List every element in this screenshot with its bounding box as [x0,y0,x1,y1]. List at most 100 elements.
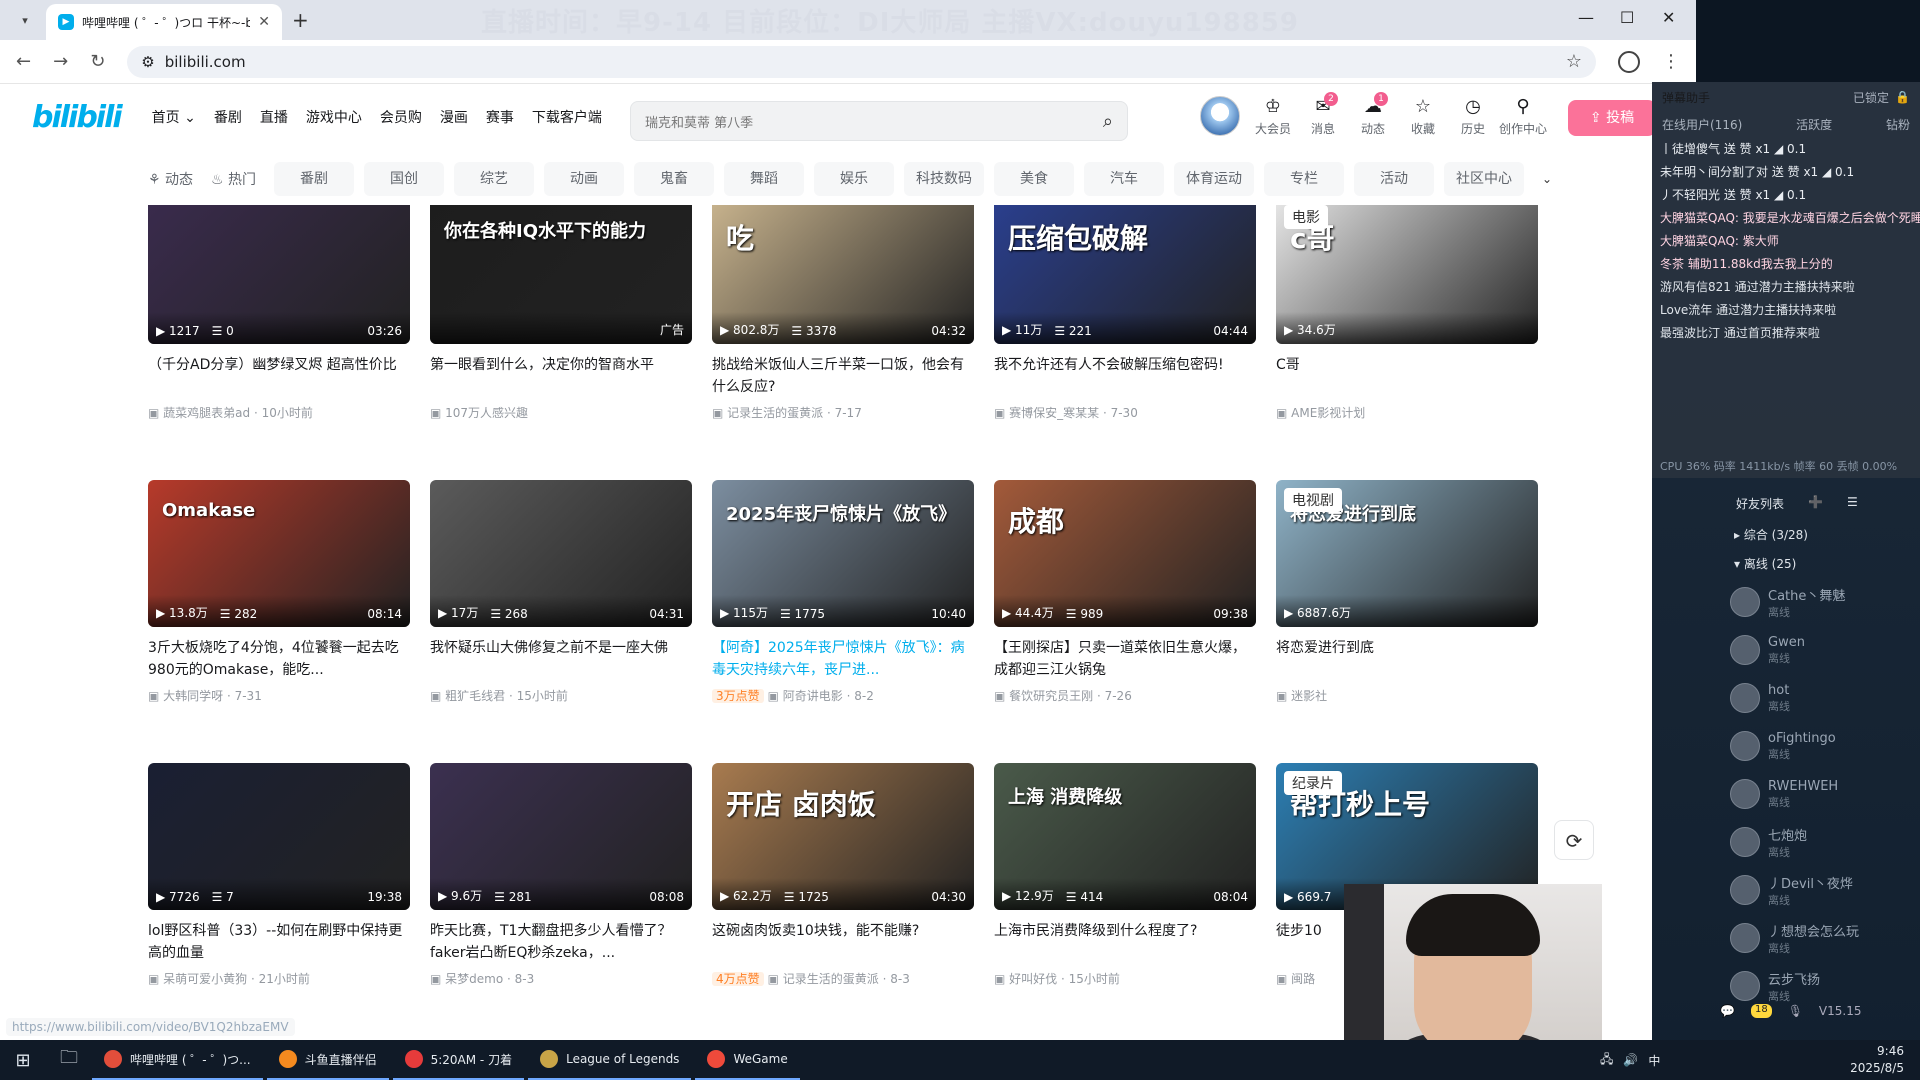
mic-icon[interactable]: 🎙 [1788,1004,1803,1018]
video-title[interactable]: 3斤大板烧吃了4分饱，4位饕餮一起去吃980元的Omakase，能吃... [148,637,410,681]
minimize-icon[interactable]: — [1578,8,1594,27]
search-icon[interactable]: ⌕ [1103,111,1113,132]
video-thumbnail[interactable]: ▶ 7726 ☰ 7 19:38 [148,763,410,910]
video-meta[interactable]: ▣ AME影视计划 [1276,404,1538,421]
video-meta[interactable]: ▣ 大韩同学呀 · 7-31 [148,687,410,704]
nav-item-4[interactable]: 会员购 [371,107,431,127]
user-icon-3[interactable]: ☆ 收藏 [1398,96,1448,137]
video-card[interactable]: 你在各种IQ水平下的能力 广告 第一眼看到什么，决定你的智商水平 ▣ 107万人感兴趣 [430,205,692,421]
channel-2[interactable]: 综艺 [454,162,535,196]
friend-item[interactable]: RWEHWEH 离线 [1728,770,1920,818]
video-meta[interactable]: ▣ 呆萌可爱小黄狗 · 21小时前 [148,970,410,987]
volume-icon[interactable]: 🔊 [1623,1053,1638,1067]
nav-item-6[interactable]: 赛事 [477,107,523,127]
video-thumbnail[interactable]: ▶ 1217 ☰ 0 03:26 [148,205,410,344]
user-icon-1[interactable]: ✉ 消息 2 [1298,92,1348,137]
user-icon-0[interactable]: ♔ 大会员 [1248,96,1298,137]
danmaku-tab-2[interactable]: 钻粉 [1886,116,1910,133]
channel-13[interactable]: 社区中心 [1444,162,1525,196]
video-card[interactable]: 上海 消费降级 ▶ 12.9万 ☰ 414 08:04 上海市民消费降级到什么程度了? ▣… [994,763,1256,987]
kebab-menu-icon[interactable]: ⋮ [1662,51,1680,72]
channel-3[interactable]: 动画 [544,162,625,196]
nav-item-2[interactable]: 直播 [251,107,297,127]
friend-item[interactable]: 丿想想会怎么玩 离线 [1728,914,1920,962]
channel-4[interactable]: 鬼畜 [634,162,715,196]
nav-item-0[interactable]: 首页 ⌄ [143,107,205,127]
lock-status[interactable]: 已锁定 [1853,89,1889,106]
video-meta[interactable]: 4万点赞 ▣ 记录生活的蛋黄派 · 8-3 [712,970,974,987]
channel-5[interactable]: 舞蹈 [724,162,805,196]
bilibili-logo[interactable]: bilibili [32,100,123,135]
reload-icon[interactable]: ↻ [90,51,105,72]
video-card[interactable]: 压缩包破解 ▶ 11万 ☰ 221 04:44 我不允许还有人不会破解压缩包密码! ▣ 赛… [994,205,1256,421]
add-friend-icon[interactable]: ➕ [1808,495,1823,512]
forward-arrow-icon[interactable]: → [53,51,68,72]
video-title[interactable]: 昨天比赛，T1大翻盘把多少人看懵了？faker岩凸断EQ秒杀zeka，... [430,920,692,964]
video-thumbnail[interactable]: c哥 电影 ▶ 34.6万 [1276,205,1538,344]
lock-icon[interactable]: 🔒 [1895,90,1910,104]
taskbar-item-3[interactable]: League of Legends [528,1040,692,1080]
taskbar-item-4[interactable]: WeGame [695,1040,800,1080]
friend-item[interactable]: 丿Devil丶夜烨 离线 [1728,866,1920,914]
video-card[interactable]: c哥 电影 ▶ 34.6万 C哥 ▣ AME影视计划 [1276,205,1538,421]
url-input[interactable]: ⚙ bilibili.com ☆ [127,45,1596,78]
video-title[interactable]: 挑战给米饭仙人三斤半菜一口饭，他会有什么反应? [712,354,974,398]
video-meta[interactable]: ▣ 蔬菜鸡腿表弟ad · 10小时前 [148,404,410,421]
video-meta[interactable]: ▣ 好叫好伐 · 15小时前 [994,970,1256,987]
friend-group-1[interactable]: ▾ 离线 (25) [1728,549,1920,578]
tab-close-icon[interactable]: ✕ [258,14,270,30]
video-thumbnail[interactable]: ▶ 17万 ☰ 268 04:31 [430,480,692,627]
video-meta[interactable]: ▣ 呆梦demo · 8-3 [430,970,692,987]
video-card[interactable]: 将恋爱进行到底 电视剧 ▶ 6887.6万 将恋爱进行到底 ▣ 迷影社 [1276,480,1538,704]
nav-item-5[interactable]: 漫画 [431,107,477,127]
friend-item[interactable]: Cathe丶舞魅 离线 [1728,578,1920,626]
channel-8[interactable]: 美食 [994,162,1075,196]
video-thumbnail[interactable]: ▶ 9.6万 ☰ 281 08:08 [430,763,692,910]
video-title[interactable]: 第一眼看到什么，决定你的智商水平 [430,354,692,398]
user-icon-2[interactable]: ☁ 动态 1 [1348,92,1398,137]
video-thumbnail[interactable]: Omakase ▶ 13.8万 ☰ 282 08:14 [148,480,410,627]
friend-item[interactable]: oFightingo 离线 [1728,722,1920,770]
channel-1[interactable]: 国创 [364,162,445,196]
video-card[interactable]: ▶ 17万 ☰ 268 04:31 我怀疑乐山大佛修复之前不是一座大佛 ▣ 粗犷毛线君 … [430,480,692,704]
video-card[interactable]: 2025年丧尸惊悚片《放飞》 ▶ 115万 ☰ 1775 10:40 【阿奇】2025年… [712,480,974,704]
danmaku-tab-1[interactable]: 活跃度 [1796,116,1832,133]
video-title[interactable]: lol野区科普（33）--如何在刷野中保持更高的血量 [148,920,410,964]
video-meta[interactable]: ▣ 赛博保安_寒某某 · 7-30 [994,404,1256,421]
video-title[interactable]: 【阿奇】2025年丧尸惊悚片《放飞》：病毒天灾持续六年，丧尸进... [712,637,974,681]
video-thumbnail[interactable]: 2025年丧尸惊悚片《放飞》 ▶ 115万 ☰ 1775 10:40 [712,480,974,627]
friend-item[interactable]: 云步飞扬 离线 [1728,962,1920,1010]
avatar[interactable] [1200,96,1240,136]
video-meta[interactable]: ▣ 粗犷毛线君 · 15小时前 [430,687,692,704]
video-thumbnail[interactable]: 上海 消费降级 ▶ 12.9万 ☰ 414 08:04 [994,763,1256,910]
channel-9[interactable]: 汽车 [1084,162,1165,196]
video-card[interactable]: Omakase ▶ 13.8万 ☰ 282 08:14 3斤大板烧吃了4分饱，4位饕餮一… [148,480,410,704]
channel-left-1[interactable]: ♨ 热门 [211,169,256,189]
video-card[interactable]: 吃 ▶ 802.8万 ☰ 3378 04:32 挑战给米饭仙人三斤半菜一口饭，他会有什么… [712,205,974,421]
maximize-icon[interactable]: ☐ [1620,8,1634,27]
video-title[interactable]: 上海市民消费降级到什么程度了? [994,920,1256,964]
channel-7[interactable]: 科技数码 [904,162,985,196]
video-title[interactable]: 将恋爱进行到底 [1276,637,1538,681]
nav-item-3[interactable]: 游戏中心 [297,107,371,127]
friend-item[interactable]: Gwen 离线 [1728,626,1920,674]
taskbar-item-0[interactable]: 哔哩哔哩 ( ゜- ゜)つ... [92,1040,263,1080]
video-meta[interactable]: ▣ 记录生活的蛋黄派 · 7-17 [712,404,974,421]
friend-item[interactable]: hot 离线 [1728,674,1920,722]
upload-button[interactable]: ⇪ 投稿 [1568,100,1656,136]
search-input[interactable]: 瑞克和莫蒂 第八季 ⌕ [630,101,1128,141]
user-icon-4[interactable]: ◷ 历史 [1448,96,1498,137]
new-tab-plus-icon[interactable]: + [292,8,309,32]
profile-icon[interactable] [1618,50,1640,73]
video-card[interactable]: ▶ 7726 ☰ 7 19:38 lol野区科普（33）--如何在刷野中保持更高的血量… [148,763,410,987]
video-title[interactable]: 我怀疑乐山大佛修复之前不是一座大佛 [430,637,692,681]
video-thumbnail[interactable]: 将恋爱进行到底 电视剧 ▶ 6887.6万 [1276,480,1538,627]
channel-12[interactable]: 活动 [1354,162,1435,196]
video-thumbnail[interactable]: 开店 卤肉饭 ▶ 62.2万 ☰ 1725 04:30 [712,763,974,910]
nav-item-1[interactable]: 番剧 [205,107,251,127]
video-thumbnail[interactable]: 你在各种IQ水平下的能力 广告 [430,205,692,344]
video-title[interactable]: （千分AD分享）幽梦绿叉烬 超高性价比 [148,354,410,398]
chat-icon[interactable]: 💬 [1720,1004,1735,1018]
ime-indicator[interactable]: 中 [1648,1052,1660,1069]
video-card[interactable]: ▶ 1217 ☰ 0 03:26 （千分AD分享）幽梦绿叉烬 超高性价比 ▣ 蔬菜鸡腿表… [148,205,410,421]
